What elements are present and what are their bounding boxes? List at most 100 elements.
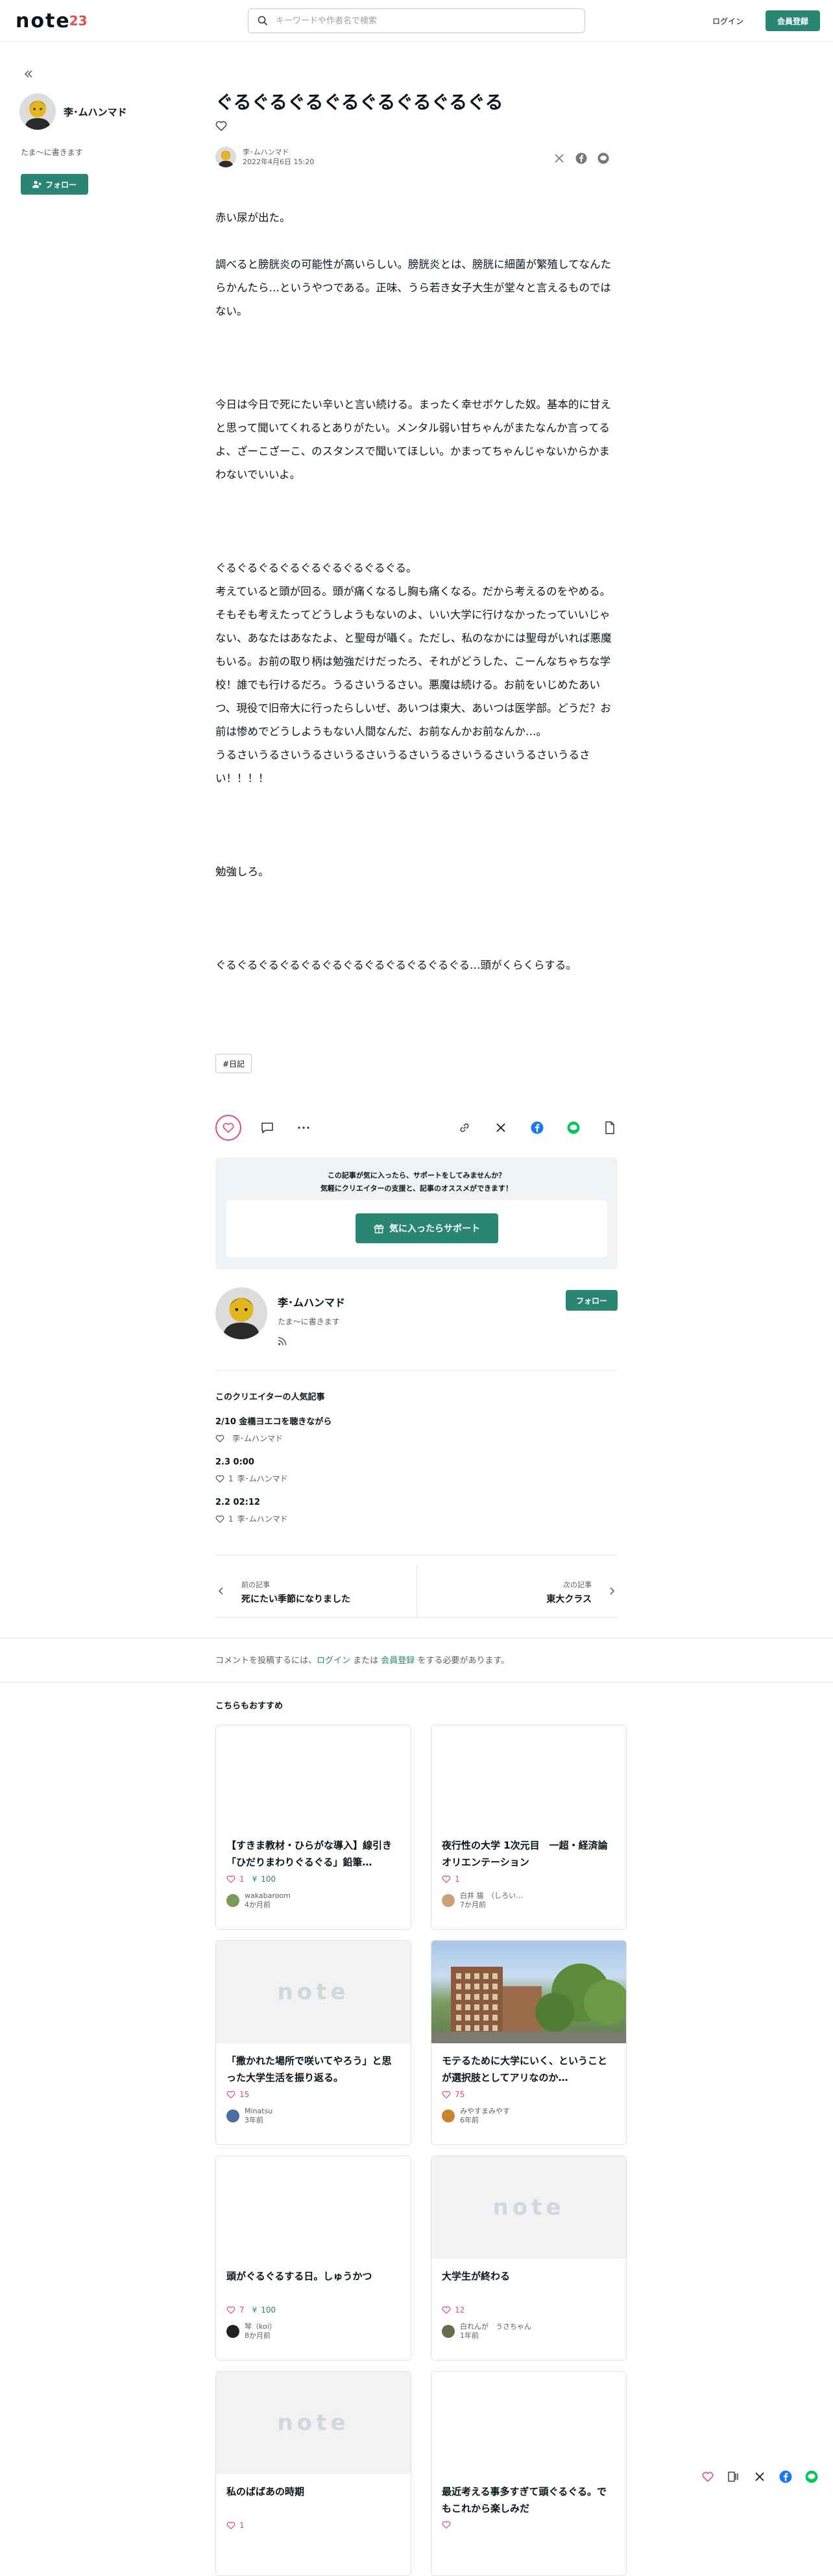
bookmark-icon[interactable]	[727, 2470, 741, 2484]
article-author-row[interactable]: 李･ムハンマド 2022年4月6日 15:20	[215, 147, 314, 167]
card-author-avatar[interactable]	[226, 2109, 239, 2122]
article-action-bar	[215, 1115, 618, 1141]
line-share-icon[interactable]	[597, 152, 610, 165]
recommend-card[interactable]: モテるために大学にいく、ということが選択肢としてアリなのか… 75 みやすまみやす 6…	[431, 1940, 627, 2145]
comment-signup-link[interactable]: 会員登録	[381, 1656, 415, 1666]
article-date: 2022年4月6日 15:20	[243, 158, 315, 166]
article-paragraph: ぐるぐるぐるぐるぐるぐるぐるぐるぐる。	[215, 562, 417, 574]
copy-link-button[interactable]	[457, 1120, 472, 1136]
card-author-name[interactable]: 白井 猫 （しろい…	[460, 1891, 523, 1901]
recommend-card[interactable]: 夜行性の大学 1次元目 一超・経済論 オリエンテーション 1 白井 猫 （しろい… 7…	[431, 1725, 627, 1930]
previous-article-link[interactable]: 前の記事 死にたい季節になりました	[215, 1565, 416, 1617]
card-author-avatar[interactable]	[442, 1894, 455, 1907]
heart-outline-icon	[226, 2091, 235, 2098]
article-paragraph	[215, 814, 618, 837]
signup-button[interactable]: 会員登録	[766, 10, 820, 31]
hashtag-chip[interactable]: #日記	[215, 1054, 252, 1073]
next-article-link[interactable]: 次の記事 東大クラス	[416, 1565, 618, 1617]
card-author[interactable]: 白れんが うさちゃん 1年前	[431, 2322, 626, 2340]
yen-icon: ¥	[252, 1875, 258, 1884]
popular-item[interactable]: 2.2 02:12 1 李･ムハンマド	[215, 1496, 618, 1524]
popular-item[interactable]: 2/10 金橋ヨエコを聴きながら 李･ムハンマド	[215, 1416, 618, 1444]
card-author-avatar[interactable]	[226, 2325, 239, 2338]
recommend-card[interactable]: 【すきま教材・ひらがな導入】線引き「ひだりまわりぐるぐる」鉛筆… 1 ¥100 wak…	[215, 1725, 411, 1930]
sidebar-author-name[interactable]: 李･ムハンマド	[64, 105, 127, 119]
card-author[interactable]: みやすまみやす 6年前	[431, 2107, 626, 2125]
card-author[interactable]: 白井 猫 （しろい… 7か月前	[431, 1891, 626, 1910]
card-author-avatar[interactable]	[442, 2325, 455, 2338]
card-author-name[interactable]: 白れんが うさちゃん	[460, 2322, 531, 2331]
article-body: 赤い尿が出た。 調べると膀胱炎の可能性が高いらしい。膀胱炎とは、膀胱に細菌が繁殖…	[215, 206, 618, 977]
card-title[interactable]: 大学生が終わる	[431, 2268, 626, 2302]
recommend-card[interactable]: note 大学生が終わる 12 白れんが うさちゃん 1年前	[431, 2156, 627, 2361]
recommend-card[interactable]: 最近考える事多すぎて頭ぐるぐる。でもこれから楽しみだ	[431, 2371, 627, 2576]
login-button[interactable]: ログイン	[703, 12, 753, 30]
chevron-left-icon	[218, 1587, 224, 1595]
article-author-avatar[interactable]	[215, 147, 236, 167]
like-button[interactable]	[215, 1115, 241, 1141]
recommend-card[interactable]: note 「撒かれた場所で咲いてやろう」と思った大学生活を振り返る。 15 Minat…	[215, 1940, 411, 2145]
sidebar-profile[interactable]: 李･ムハンマド	[19, 93, 127, 130]
x-share-button[interactable]	[493, 1120, 509, 1136]
heart-outline-icon[interactable]	[701, 2470, 715, 2484]
facebook-icon[interactable]	[779, 2470, 793, 2484]
article-author-name[interactable]: 李･ムハンマド	[243, 147, 314, 157]
next-article-title[interactable]: 東大クラス	[546, 1592, 592, 1605]
card-author-avatar[interactable]	[226, 1894, 239, 1907]
more-options-button[interactable]	[296, 1120, 311, 1136]
previous-article-title[interactable]: 死にたい季節になりました	[241, 1592, 350, 1605]
card-title[interactable]: モテるために大学にいく、ということが選択肢としてアリなのか…	[431, 2052, 626, 2086]
x-share-icon[interactable]	[553, 152, 566, 165]
search-input[interactable]	[276, 16, 561, 26]
card-stats	[431, 2521, 626, 2529]
popular-item-title[interactable]: 2/10 金橋ヨエコを聴きながら	[215, 1416, 618, 1429]
creator-name[interactable]: 李･ムハンマド	[278, 1294, 345, 1309]
card-time: 8か月前	[245, 2331, 271, 2340]
card-title[interactable]: 最近考える事多すぎて頭ぐるぐる。でもこれから楽しみだ	[431, 2483, 626, 2517]
card-title[interactable]: 私のばばあの時期	[216, 2483, 411, 2517]
card-title[interactable]: 「撒かれた場所で咲いてやろう」と思った大学生活を振り返る。	[216, 2052, 411, 2086]
recommend-card[interactable]: 頭がぐるぐるする日。しゅうかつ 7 ¥100 琴（koi） 8か月前	[215, 2156, 411, 2361]
popular-item-title[interactable]: 2.2 02:12	[215, 1496, 618, 1509]
note-logo[interactable]: note 23	[16, 8, 88, 34]
embed-button[interactable]	[602, 1120, 618, 1136]
card-author-name[interactable]: みやすまみやす	[460, 2107, 510, 2116]
card-title[interactable]: 頭がぐるぐるする日。しゅうかつ	[216, 2268, 411, 2302]
creator-avatar[interactable]	[215, 1287, 267, 1339]
search-box[interactable]	[248, 8, 585, 33]
comment-button[interactable]	[260, 1120, 275, 1136]
line-icon[interactable]	[804, 2470, 819, 2484]
card-like-count: 7	[239, 2305, 245, 2315]
card-like-count: 1	[455, 1875, 460, 1884]
line-share-button[interactable]	[566, 1120, 581, 1136]
popular-item[interactable]: 2.3 0:00 1 李･ムハンマド	[215, 1456, 618, 1484]
card-title[interactable]: 【すきま教材・ひらがな導入】線引き「ひだりまわりぐるぐる」鉛筆…	[216, 1837, 411, 1871]
card-author-avatar[interactable]	[442, 2109, 455, 2122]
popular-item-title[interactable]: 2.3 0:00	[215, 1456, 618, 1469]
card-author[interactable]: Minatsu 3年前	[216, 2107, 411, 2125]
collapse-sidebar-button[interactable]	[19, 65, 38, 83]
card-title[interactable]: 夜行性の大学 1次元目 一超・経済論 オリエンテーション	[431, 1837, 626, 1871]
x-icon[interactable]	[753, 2470, 767, 2484]
card-author[interactable]: wakabaroom 4か月前	[216, 1891, 411, 1910]
divider	[215, 1617, 618, 1618]
comment-login-link[interactable]: ログイン	[317, 1656, 350, 1666]
card-author-name[interactable]: Minatsu	[245, 2107, 272, 2116]
sidebar-follow-button[interactable]: フォロー	[21, 174, 88, 195]
support-button[interactable]: 気に入ったらサポート	[356, 1213, 498, 1243]
facebook-icon	[531, 1121, 544, 1134]
author-avatar[interactable]	[19, 93, 56, 130]
card-author[interactable]: 琴（koi） 8か月前	[216, 2322, 411, 2340]
facebook-share-icon[interactable]	[575, 152, 588, 165]
recommend-card[interactable]: note 私のばばあの時期 1	[215, 2371, 411, 2576]
creator-follow-button[interactable]: フォロー	[566, 1290, 618, 1311]
rss-icon[interactable]	[278, 1337, 287, 1346]
title-like-button[interactable]	[215, 121, 227, 131]
facebook-share-button[interactable]	[529, 1120, 545, 1136]
heart-outline-icon	[226, 1875, 235, 1883]
heart-outline-icon	[226, 2306, 235, 2314]
heart-outline-icon	[226, 2521, 235, 2529]
card-author-name[interactable]: 琴（koi）	[245, 2322, 276, 2331]
card-author-name[interactable]: wakabaroom	[245, 1891, 291, 1901]
comment-note-text: または	[350, 1656, 381, 1666]
